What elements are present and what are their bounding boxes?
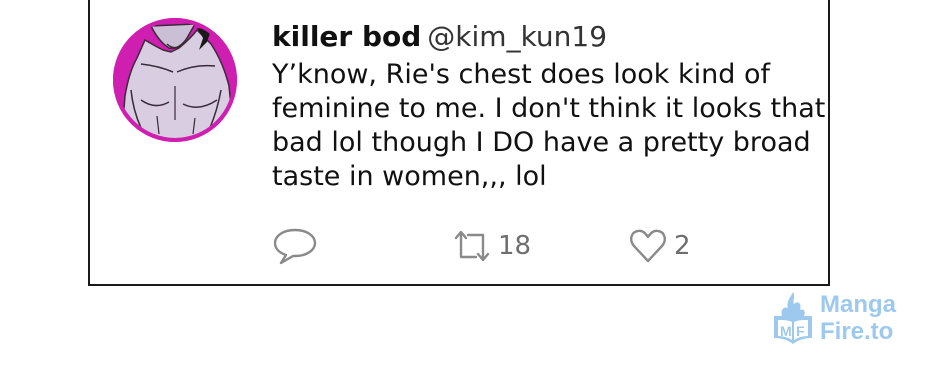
like-count: 2 xyxy=(674,231,691,261)
mangafire-flame-logo-icon: M F xyxy=(774,292,812,344)
tweet-author: killer bod @kim_kun19 xyxy=(272,17,607,61)
svg-text:M: M xyxy=(780,323,792,339)
tweet-text: Y’know, Rie's chest does look kind of fe… xyxy=(272,58,826,194)
tweet-text-line: Y’know, Rie's chest does look kind of xyxy=(272,59,771,90)
tweet-text-line: taste in women,,, lol xyxy=(272,161,547,192)
watermark: M F Manga Fire.to xyxy=(768,290,928,350)
user-handle[interactable]: @kim_kun19 xyxy=(427,20,607,53)
retweet-button[interactable]: 18 xyxy=(452,226,531,266)
retweet-count: 18 xyxy=(498,231,532,261)
watermark-text: Manga Fire.to xyxy=(820,291,896,345)
watermark-line2: Fire.to xyxy=(820,318,894,345)
like-button[interactable]: 2 xyxy=(628,226,691,266)
speech-bubble-icon xyxy=(273,228,317,265)
tweet-text-line: bad lol though I DO have a pretty broad xyxy=(272,127,811,158)
retweet-arrows-icon xyxy=(454,230,490,262)
watermark-line1: Manga xyxy=(820,291,897,318)
display-name[interactable]: killer bod xyxy=(272,20,421,53)
tweet-text-line: feminine to me. I don't think it looks t… xyxy=(272,93,826,124)
avatar-image-icon xyxy=(113,18,237,142)
heart-icon xyxy=(630,229,666,263)
avatar[interactable] xyxy=(111,16,239,144)
reply-button[interactable] xyxy=(271,226,319,266)
svg-text:F: F xyxy=(796,323,805,339)
